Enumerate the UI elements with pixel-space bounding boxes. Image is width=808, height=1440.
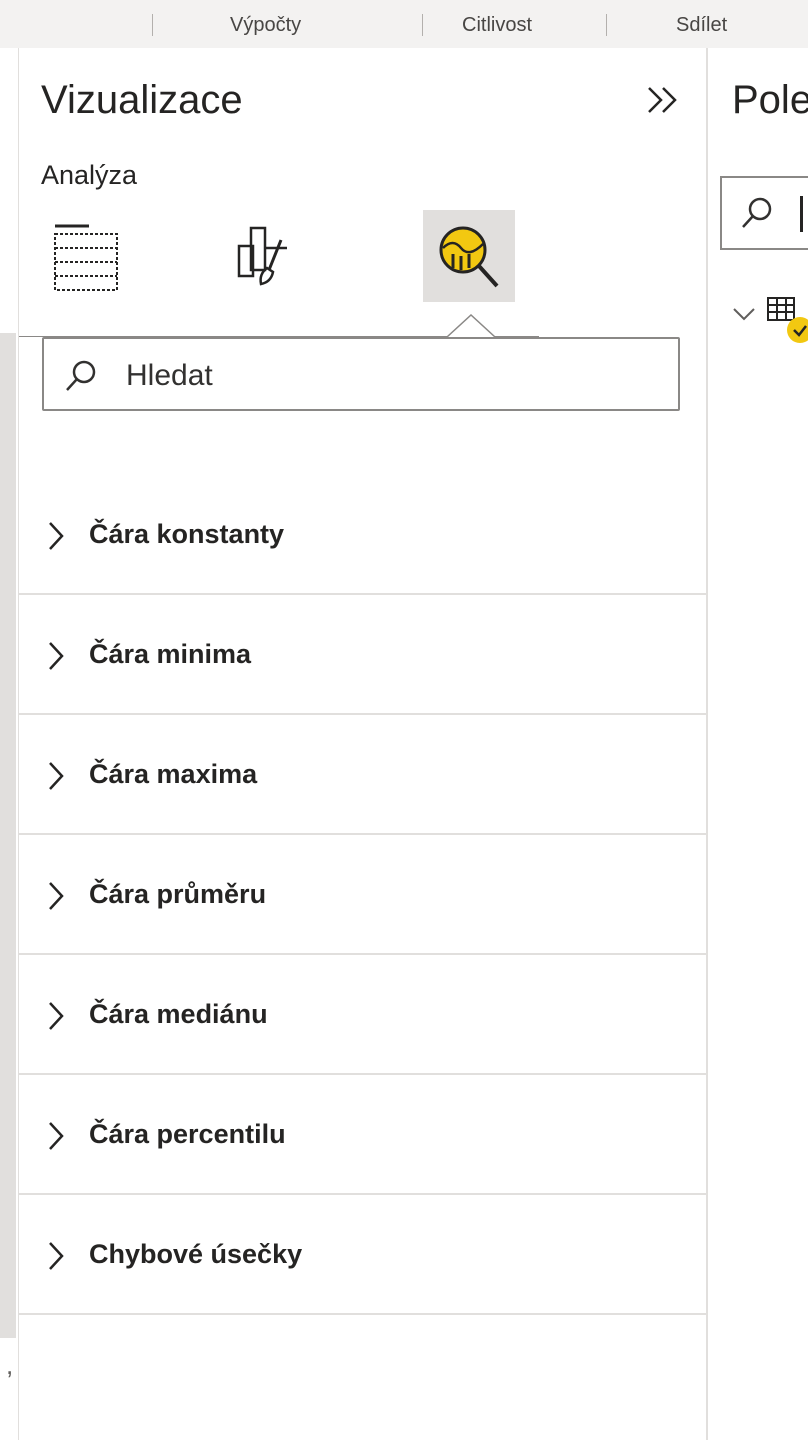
accordion-label: Čára percentilu bbox=[89, 1119, 286, 1149]
chevron-right-icon bbox=[49, 1002, 64, 1030]
accordion-min-line[interactable]: Čára minima bbox=[19, 595, 707, 715]
accordion-label: Čára minima bbox=[89, 639, 252, 669]
accordion-label: Čára průměru bbox=[89, 879, 267, 909]
ribbon-separator bbox=[606, 14, 607, 36]
section-label: Analýza bbox=[41, 160, 138, 190]
active-tab-pointer bbox=[447, 314, 495, 338]
collapse-pane-icon[interactable] bbox=[643, 82, 683, 118]
ribbon-item-sensitivity[interactable]: Citlivost bbox=[462, 14, 532, 37]
ribbon-separator bbox=[422, 14, 423, 36]
search-input[interactable]: Hledat bbox=[42, 337, 680, 411]
chevron-right-icon bbox=[49, 642, 64, 670]
visualizations-pane: Vizualizace Analýza Hledat Čára konstant… bbox=[18, 48, 707, 1440]
fields-search-input[interactable] bbox=[720, 176, 808, 250]
search-icon bbox=[742, 197, 772, 228]
accordion-label: Čára mediánu bbox=[89, 999, 268, 1029]
chevron-right-icon bbox=[49, 1242, 64, 1270]
text-cursor bbox=[800, 196, 803, 232]
paintbrush-format-icon bbox=[237, 226, 287, 286]
accordion-max-line[interactable]: Čára maxima bbox=[19, 715, 707, 835]
accordion-label: Chybové úsečky bbox=[89, 1239, 303, 1269]
ribbon-bar: Výpočty Citlivost Sdílet bbox=[0, 0, 808, 48]
accordion-percentile-line[interactable]: Čára percentilu bbox=[19, 1075, 707, 1195]
chevron-right-icon bbox=[49, 882, 64, 910]
chevron-right-icon bbox=[49, 522, 64, 550]
canvas-scrollbar[interactable] bbox=[0, 333, 16, 1338]
chevron-right-icon bbox=[49, 1122, 64, 1150]
search-placeholder: Hledat bbox=[126, 359, 213, 392]
fields-grid-icon bbox=[54, 224, 118, 291]
accordion-label: Čára maxima bbox=[89, 759, 258, 789]
pane-title: Vizualizace bbox=[41, 78, 243, 122]
tab-format-visual[interactable] bbox=[221, 210, 313, 302]
analytics-options-list: Čára konstanty Čára minima Čára maxima Č… bbox=[19, 475, 707, 1315]
search-icon bbox=[66, 360, 96, 391]
accordion-error-bars[interactable]: Chybové úsečky bbox=[19, 1195, 707, 1315]
accordion-label: Čára konstanty bbox=[89, 519, 285, 549]
tab-build-visual[interactable] bbox=[39, 210, 131, 302]
fields-pane-title: Pole bbox=[732, 78, 808, 122]
ribbon-item-calculations[interactable]: Výpočty bbox=[230, 14, 301, 37]
canvas-edge-text: , bbox=[6, 1350, 14, 1380]
tab-analytics[interactable] bbox=[423, 210, 515, 302]
canvas-edge bbox=[0, 48, 18, 1440]
ribbon-item-share[interactable]: Sdílet bbox=[676, 14, 727, 37]
ribbon-separator bbox=[152, 14, 153, 36]
chevron-right-icon bbox=[49, 762, 64, 790]
accordion-median-line[interactable]: Čára mediánu bbox=[19, 955, 707, 1075]
fields-pane: Pole bbox=[706, 48, 808, 1440]
chevron-down-icon[interactable] bbox=[732, 306, 756, 322]
table-icon[interactable] bbox=[766, 296, 808, 344]
analytics-magnifier-icon bbox=[439, 226, 499, 288]
accordion-average-line[interactable]: Čára průměru bbox=[19, 835, 707, 955]
accordion-constant-line[interactable]: Čára konstanty bbox=[19, 475, 707, 595]
